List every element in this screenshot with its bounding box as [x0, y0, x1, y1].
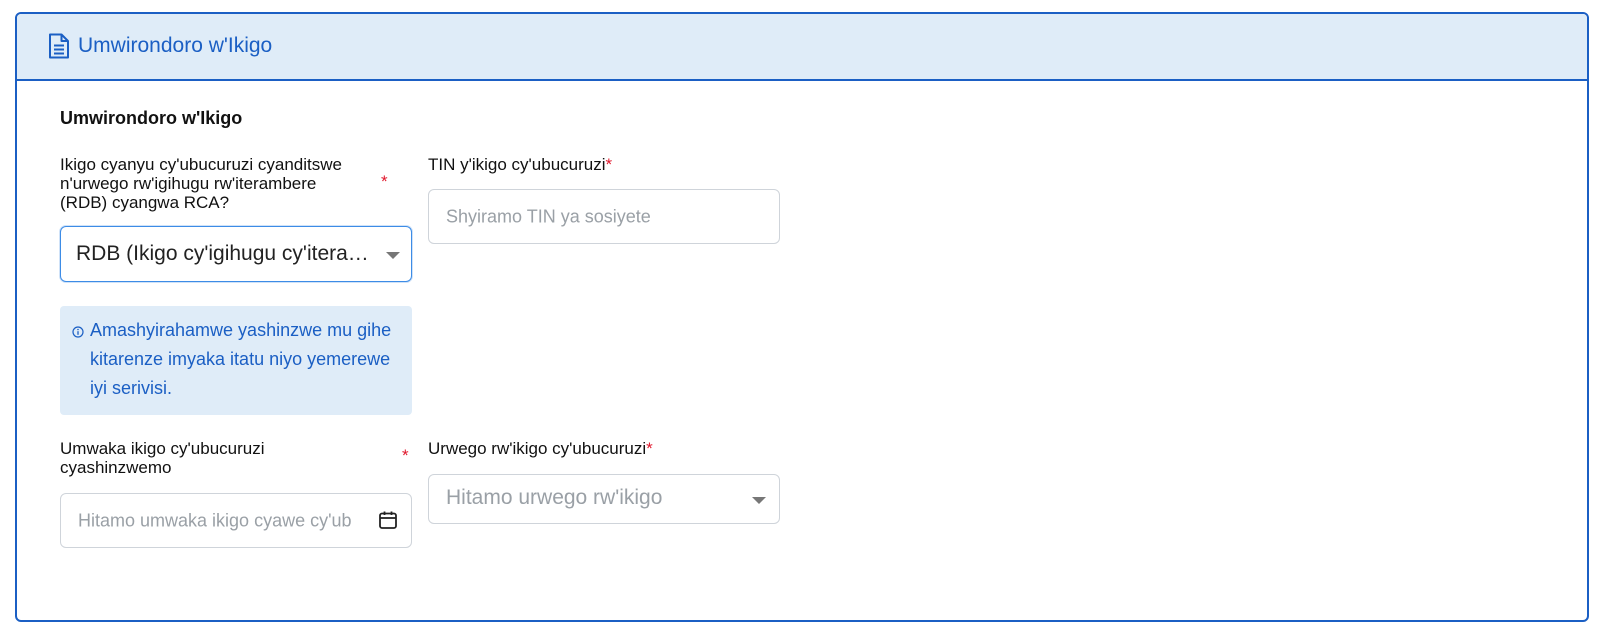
required-mark: *: [646, 439, 653, 458]
level-label-text: Urwego rw'ikigo cy'ubucuruzi: [428, 439, 647, 458]
tin-label-text: TIN y'ikigo cy'ubucuruzi: [428, 155, 606, 174]
required-mark: *: [402, 446, 409, 465]
year-label-line2: cyashinzwemo: [60, 458, 172, 477]
document-icon: [49, 33, 69, 59]
year-input-placeholder: Hitamo umwaka ikigo cyawe cy'ub: [78, 510, 352, 530]
info-icon: [72, 326, 84, 338]
required-mark: *: [381, 172, 388, 191]
info-text: Amashyirahamwe yashinzwe mu gihe kitaren…: [90, 320, 392, 398]
level-select[interactable]: Hitamo urwego rw'ikigo: [428, 474, 780, 524]
registration-label-line3: (RDB) cyangwa RCA?: [60, 193, 230, 212]
registration-label-line2: n'urwego rw'igihugu rw'iterambere: [60, 174, 317, 193]
year-input[interactable]: Hitamo umwaka ikigo cyawe cy'ub: [60, 493, 412, 548]
required-mark: *: [605, 155, 613, 174]
tin-input[interactable]: Shyiramo TIN ya sosiyete: [428, 189, 780, 244]
year-label-line1: Umwaka ikigo cy'ubucuruzi: [60, 439, 265, 458]
registration-select[interactable]: RDB (Ikigo cy'igihugu cy'iterambere): [60, 226, 412, 282]
section-title: Umwirondoro w'Ikigo: [60, 108, 243, 128]
level-select-placeholder: Hitamo urwego rw'ikigo: [446, 486, 663, 509]
registration-label-line1: Ikigo cyanyu cy'ubucuruzi cyanditswe: [60, 155, 342, 174]
tin-label: TIN y'ikigo cy'ubucuruzi*: [428, 155, 612, 174]
calendar-icon[interactable]: [378, 510, 398, 530]
company-profile-card: Umwirondoro w'Ikigo Umwirondoro w'Ikigo …: [15, 12, 1589, 622]
info-notice: Amashyirahamwe yashinzwe mu gihe kitaren…: [60, 306, 412, 415]
tin-input-placeholder: Shyiramo TIN ya sosiyete: [446, 206, 651, 226]
card-title: Umwirondoro w'Ikigo: [78, 34, 273, 57]
registration-label: Ikigo cyanyu cy'ubucuruzi cyanditswe n'u…: [60, 155, 380, 212]
chevron-down-icon: [386, 252, 400, 259]
year-label: Umwaka ikigo cy'ubucuruzi cyashinzwemo: [60, 439, 380, 477]
card-header: Umwirondoro w'Ikigo: [17, 14, 1587, 81]
chevron-down-icon: [752, 497, 766, 504]
level-label: Urwego rw'ikigo cy'ubucuruzi*: [428, 439, 653, 458]
registration-select-value: RDB (Ikigo cy'igihugu cy'iterambere): [76, 242, 374, 265]
